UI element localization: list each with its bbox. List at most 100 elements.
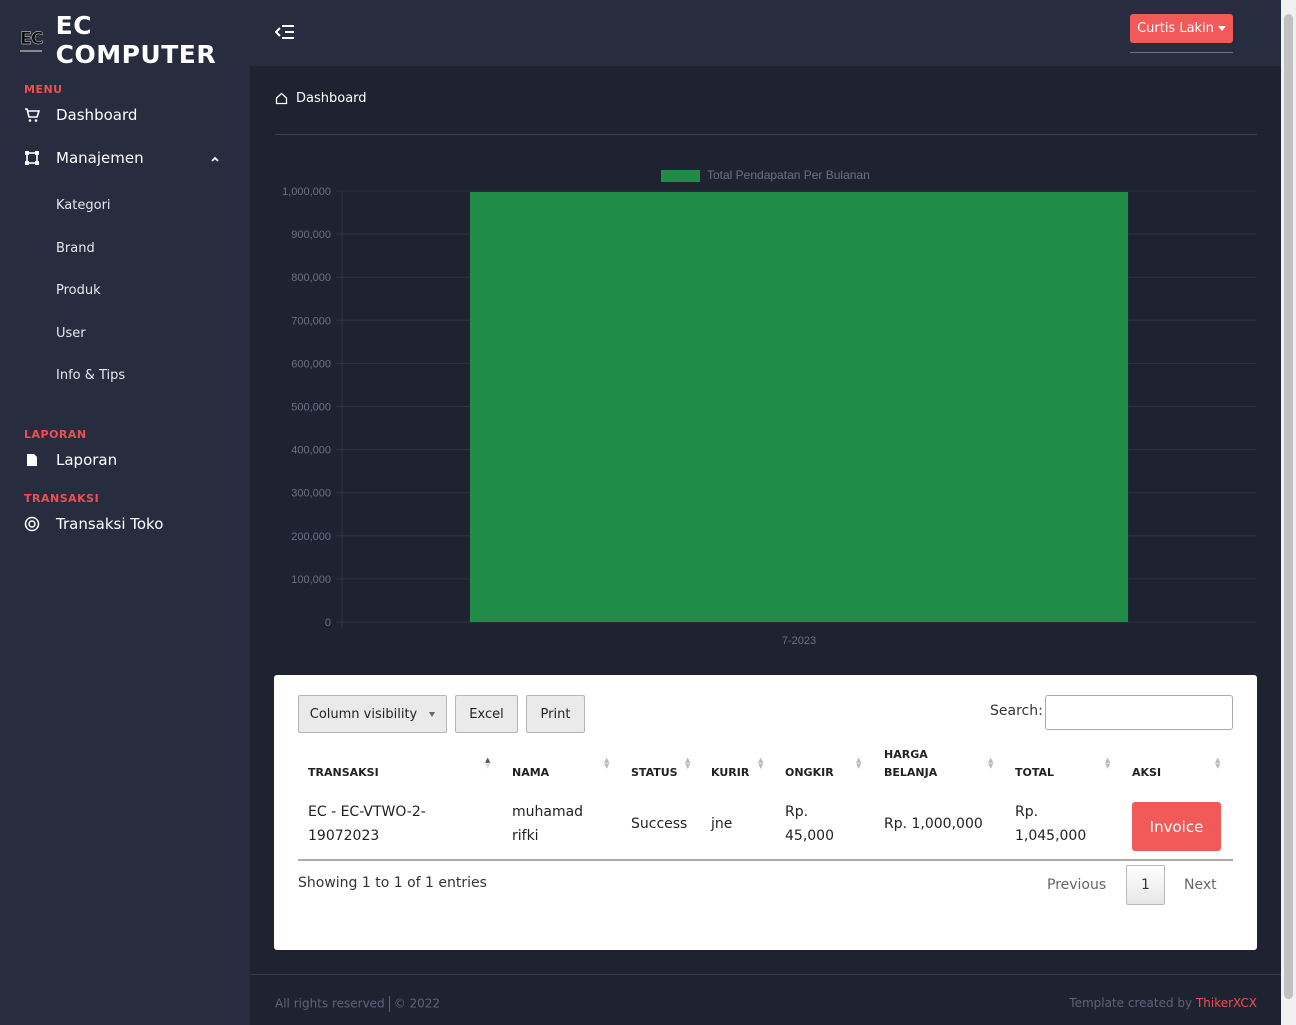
column-header-ongkir[interactable]: ONGKIR — [785, 764, 834, 782]
brand[interactable]: EC EC COMPUTER — [20, 11, 250, 69]
y-tick-label: 100,000 — [291, 574, 331, 586]
table-bottom-border — [298, 859, 1233, 861]
column-header-line: BELANJA — [884, 766, 938, 779]
sort-icon[interactable]: ▲ ▼ — [685, 757, 690, 770]
vector-square-icon — [24, 150, 40, 166]
cell-line: 1,045,000 — [1015, 828, 1087, 844]
footer-copyright: All rights reserved © 2022 — [275, 996, 440, 1012]
user-name: Curtis Lakin — [1137, 21, 1214, 36]
sidebar-subitem-info-tips[interactable]: Info & Tips — [56, 368, 125, 383]
scrollbar-thumb[interactable] — [1284, 14, 1293, 999]
sidebar-subitem-brand[interactable]: Brand — [56, 241, 95, 256]
breadcrumb-current: Dashboard — [296, 91, 367, 106]
chevron-up-icon[interactable] — [210, 154, 220, 164]
footer-credit: Template created by ThikerXCX — [1069, 996, 1257, 1010]
cycle-icon — [24, 516, 40, 532]
brand-name: EC COMPUTER — [55, 11, 217, 69]
column-header-harga-belanja[interactable]: HARGA BELANJA — [884, 746, 937, 782]
y-tick-label: 500,000 — [291, 402, 331, 414]
cell-transaksi: EC - EC-VTWO-2- 19072023 — [308, 800, 426, 848]
column-visibility-button[interactable]: Column visibility — [298, 695, 447, 733]
cell-line: Rp. — [785, 804, 809, 820]
pagination-page-1[interactable]: 1 — [1126, 865, 1165, 905]
cell-line: 45,000 — [785, 828, 834, 844]
column-header-transaksi[interactable]: TRANSAKSI — [308, 764, 379, 782]
pagination-next[interactable]: Next — [1184, 877, 1217, 893]
excel-button[interactable]: Excel — [455, 695, 518, 733]
brand-logo: EC — [20, 20, 44, 60]
y-tick-label: 400,000 — [291, 445, 331, 457]
sort-icon[interactable]: ▲ ▼ — [758, 757, 763, 770]
footer-author-link[interactable]: ThikerXCX — [1196, 996, 1257, 1010]
y-tick-label: 0 — [325, 617, 331, 629]
transactions-card: Column visibility Excel Print Search: TR… — [274, 675, 1257, 950]
table-info: Showing 1 to 1 of 1 entries — [298, 875, 487, 891]
column-visibility-label: Column visibility — [309, 706, 418, 722]
cell-line: muhamad — [512, 804, 584, 820]
invoice-button[interactable]: Invoice — [1132, 802, 1221, 851]
search-input[interactable] — [1045, 695, 1233, 730]
transaksi-section-label: TRANSAKSI — [24, 492, 100, 505]
footer-rights: All rights reserved — [275, 996, 385, 1011]
sidebar-item-label: Manajemen — [56, 149, 144, 167]
y-tick-label: 200,000 — [291, 531, 331, 543]
cell-nama: muhamad rifki — [512, 800, 583, 848]
revenue-chart: 1,000,000 900,000 800,000 700,000 600,000 500… — [282, 168, 1256, 647]
sidebar-toggle-icon[interactable] — [275, 22, 295, 42]
y-tick-label: 700,000 — [291, 315, 331, 327]
divider — [275, 134, 1257, 135]
column-header-nama[interactable]: NAMA — [512, 764, 549, 782]
footer-year: © 2022 — [393, 996, 441, 1011]
footer-divider — [250, 974, 1281, 975]
sidebar-item-laporan[interactable]: Laporan — [24, 451, 117, 469]
caret-down-icon — [1217, 26, 1226, 31]
caret-down-icon — [429, 711, 436, 717]
sort-icon[interactable]: ▲ ▼ — [604, 757, 609, 770]
topbar: Curtis Lakin — [250, 0, 1281, 66]
cell-total: Rp. 1,045,000 — [1015, 800, 1086, 848]
y-tick-label: 1,000,000 — [282, 186, 331, 198]
search-label: Search: — [990, 703, 1043, 719]
column-header-line: HARGA — [884, 748, 928, 761]
home-icon[interactable] — [275, 92, 288, 105]
sort-icon[interactable]: ▲ ▼ — [1105, 757, 1110, 770]
sort-icon[interactable]: ▲ ▼ — [1215, 757, 1220, 770]
cell-status: Success — [631, 816, 688, 832]
column-header-status[interactable]: STATUS — [631, 764, 678, 782]
bar — [469, 192, 1129, 622]
menu-section-label: MENU — [24, 83, 63, 96]
sort-asc-icon[interactable]: ▲ ▼ — [485, 757, 490, 770]
print-button[interactable]: Print — [526, 695, 585, 733]
cart-icon — [24, 107, 40, 123]
sidebar-item-label: Transaksi Toko — [56, 515, 164, 533]
laporan-section-label: LAPORAN — [24, 428, 87, 441]
footer-credit-prefix: Template created by — [1069, 996, 1193, 1010]
sidebar-item-transaksi-toko[interactable]: Transaksi Toko — [24, 515, 163, 533]
cell-ongkir: Rp. 45,000 — [785, 800, 834, 848]
sort-icon[interactable]: ▲ ▼ — [856, 757, 861, 770]
column-header-aksi[interactable]: AKSI — [1132, 764, 1161, 782]
sidebar-item-label: Laporan — [56, 451, 118, 469]
sidebar-subitem-kategori[interactable]: Kategori — [56, 198, 111, 213]
file-icon — [24, 452, 40, 468]
sidebar-item-dashboard[interactable]: Dashboard — [24, 106, 137, 124]
column-header-kurir[interactable]: KURIR — [711, 764, 749, 782]
column-header-total[interactable]: TOTAL — [1015, 764, 1054, 782]
cell-harga-belanja: Rp. 1,000,000 — [884, 816, 983, 832]
sidebar: EC EC COMPUTER MENU Dashboard Manajemen … — [0, 0, 250, 1025]
legend-label: Total Pendapatan Per Bulanan — [707, 168, 870, 182]
brand-logo-text: EC — [20, 28, 43, 49]
y-tick-label: 900,000 — [291, 229, 331, 241]
user-dropdown-button[interactable]: Curtis Lakin — [1130, 14, 1233, 43]
sidebar-subitem-produk[interactable]: Produk — [56, 283, 101, 298]
sort-icon[interactable]: ▲ ▼ — [988, 757, 993, 770]
cell-kurir: jne — [711, 816, 733, 832]
legend-swatch — [661, 170, 700, 182]
y-tick-label: 600,000 — [291, 358, 331, 370]
sidebar-item-manajemen[interactable]: Manajemen — [24, 149, 144, 167]
y-tick-label: 800,000 — [291, 272, 331, 284]
y-tick-label: 300,000 — [291, 488, 331, 500]
pagination-previous[interactable]: Previous — [1047, 877, 1106, 893]
sidebar-subitem-user[interactable]: User — [56, 326, 86, 341]
sidebar-item-label: Dashboard — [56, 106, 138, 124]
